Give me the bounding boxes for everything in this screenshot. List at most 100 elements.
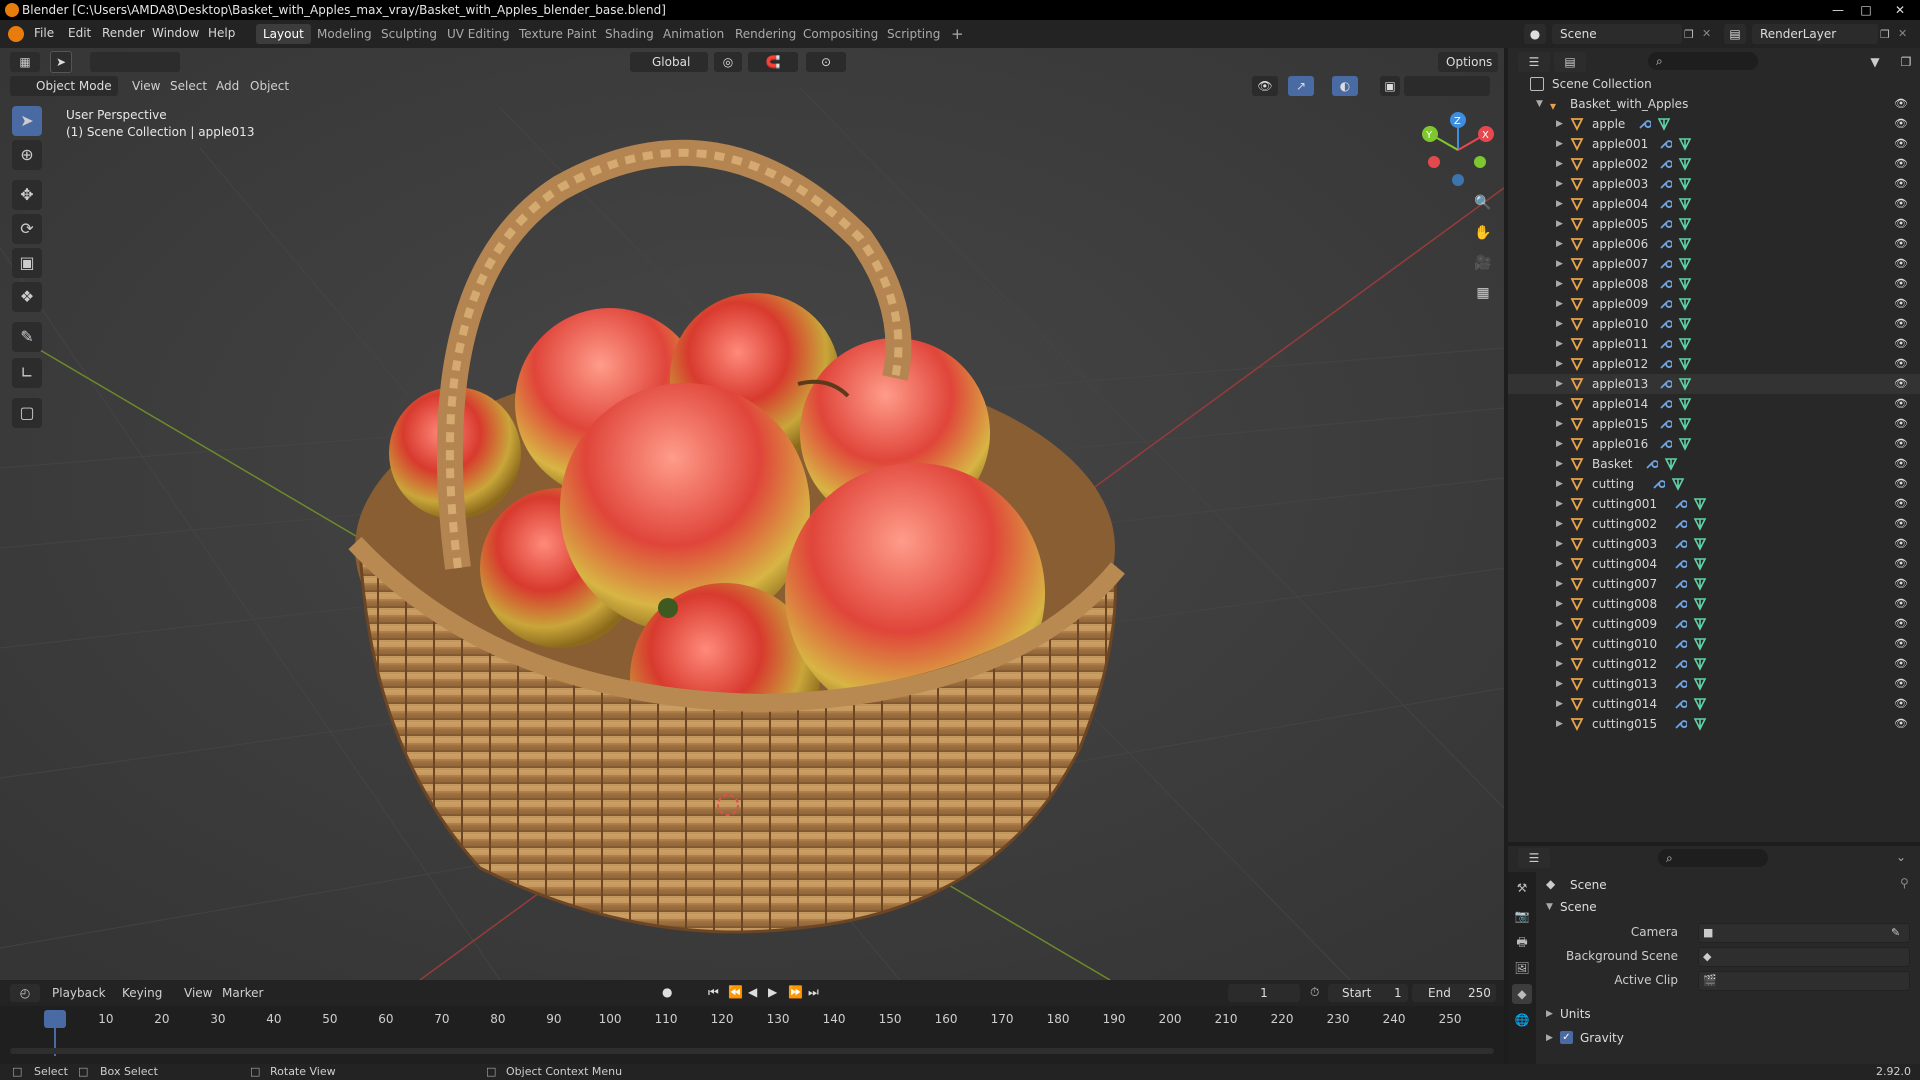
visibility-eye-icon[interactable]: 👁 xyxy=(1894,457,1908,471)
tab-modeling[interactable]: Modeling xyxy=(310,24,379,44)
pan-hand-icon[interactable]: ✋ xyxy=(1470,220,1496,246)
xray-icon[interactable]: ▣ xyxy=(1380,76,1400,96)
modifier-wrench-icon[interactable] xyxy=(1637,117,1651,131)
menu-help[interactable]: Help xyxy=(208,26,235,40)
visibility-eye-icon[interactable]: 👁 xyxy=(1894,617,1908,631)
outliner-row[interactable]: ▶ cutting004 👁 xyxy=(1508,554,1920,574)
modifier-wrench-icon[interactable] xyxy=(1658,337,1673,351)
mesh-data-icon[interactable] xyxy=(1693,637,1707,651)
outliner-row[interactable]: ▶ cutting007 👁 xyxy=(1508,574,1920,594)
modifier-wrench-icon[interactable] xyxy=(1658,277,1673,291)
visibility-eye-icon[interactable]: 👁 xyxy=(1894,477,1908,491)
outliner-row[interactable]: ▶ apple009 👁 xyxy=(1508,294,1920,314)
modifier-wrench-icon[interactable] xyxy=(1658,417,1673,431)
gravity-panel-header[interactable]: Gravity xyxy=(1580,1031,1624,1045)
outliner-scene-collection[interactable]: Scene Collection xyxy=(1508,74,1920,94)
tab-scripting[interactable]: Scripting xyxy=(880,24,947,44)
expand-arrow-icon[interactable]: ▶ xyxy=(1556,414,1563,434)
menu-file[interactable]: File xyxy=(34,26,54,40)
mesh-data-icon[interactable] xyxy=(1678,137,1692,151)
modifier-wrench-icon[interactable] xyxy=(1651,477,1666,491)
outliner-search-input[interactable]: ⌕ xyxy=(1648,52,1758,70)
filter-icon[interactable]: ▼ xyxy=(1860,52,1890,72)
editor-type-icon[interactable]: ▦ xyxy=(10,52,40,72)
modifier-wrench-icon[interactable] xyxy=(1658,197,1673,211)
expand-arrow-icon[interactable]: ▶ xyxy=(1556,394,1563,414)
expand-arrow-icon[interactable]: ▶ xyxy=(1556,534,1563,554)
outliner-row[interactable]: ▶ cutting 👁 xyxy=(1508,474,1920,494)
modifier-wrench-icon[interactable] xyxy=(1673,597,1687,611)
stopwatch-icon[interactable]: ⏱ xyxy=(1310,985,1319,1000)
outliner-collection-row[interactable]: ▼ ▾ Basket_with_Apples 👁 xyxy=(1508,94,1920,114)
modifier-wrench-icon[interactable] xyxy=(1658,237,1673,251)
modifier-wrench-icon[interactable] xyxy=(1673,677,1687,691)
modifier-wrench-icon[interactable] xyxy=(1658,217,1673,231)
modifier-wrench-icon[interactable] xyxy=(1658,157,1673,171)
next-keyframe-icon[interactable]: ⏩ xyxy=(788,985,803,999)
outliner-row[interactable]: ▶ Basket 👁 xyxy=(1508,454,1920,474)
outliner-row[interactable]: ▶ apple013 👁 xyxy=(1508,374,1920,394)
visibility-eye-icon[interactable]: 👁 xyxy=(1894,117,1908,131)
mesh-data-icon[interactable] xyxy=(1678,277,1692,291)
outliner-row[interactable]: ▶ apple002 👁 xyxy=(1508,154,1920,174)
maximize-icon[interactable]: □ xyxy=(1852,0,1880,20)
mesh-data-icon[interactable] xyxy=(1693,717,1707,731)
current-frame-field[interactable]: 1 xyxy=(1228,984,1300,1002)
visibility-eye-icon[interactable]: 👁 xyxy=(1894,177,1908,191)
mesh-data-icon[interactable] xyxy=(1678,357,1692,371)
mesh-data-icon[interactable] xyxy=(1678,437,1692,451)
expand-arrow-icon[interactable]: ▶ xyxy=(1556,214,1563,234)
expand-arrow-icon[interactable]: ▶ xyxy=(1556,694,1563,714)
zoom-icon[interactable]: 🔍 xyxy=(1470,190,1496,216)
expand-arrow-icon[interactable]: ▶ xyxy=(1556,494,1563,514)
visibility-eye-icon[interactable]: 👁 xyxy=(1894,657,1908,671)
outliner-row[interactable]: ▶ apple007 👁 xyxy=(1508,254,1920,274)
background-scene-field[interactable]: ◆ xyxy=(1698,947,1910,967)
outliner-row[interactable]: ▶ apple006 👁 xyxy=(1508,234,1920,254)
visibility-eye-icon[interactable]: 👁 xyxy=(1894,297,1908,311)
expand-arrow-icon[interactable]: ▶ xyxy=(1556,514,1563,534)
outliner-row[interactable]: ▶ apple003 👁 xyxy=(1508,174,1920,194)
expand-arrow-icon[interactable]: ▶ xyxy=(1556,234,1563,254)
outliner-row[interactable]: ▶ apple008 👁 xyxy=(1508,274,1920,294)
transform-orientation-dropdown[interactable]: Global xyxy=(630,52,708,72)
expand-arrow-icon[interactable]: ▶ xyxy=(1556,114,1563,134)
menu-edit[interactable]: Edit xyxy=(68,26,91,40)
menu-keying[interactable]: Keying xyxy=(122,986,162,1000)
expand-arrow-icon[interactable]: ▶ xyxy=(1556,594,1563,614)
outliner-row[interactable]: ▶ apple004 👁 xyxy=(1508,194,1920,214)
mesh-data-icon[interactable] xyxy=(1664,457,1678,471)
annotate-tool-icon[interactable]: ✎ xyxy=(12,322,42,352)
mesh-data-icon[interactable] xyxy=(1678,197,1692,211)
units-panel-header[interactable]: Units xyxy=(1560,1007,1591,1021)
modifier-wrench-icon[interactable] xyxy=(1658,137,1673,151)
tab-uv-editing[interactable]: UV Editing xyxy=(440,24,517,44)
end-frame-field[interactable]: End 250 xyxy=(1412,984,1496,1002)
options-dropdown[interactable]: Options xyxy=(1438,52,1498,72)
camera-view-icon[interactable]: 🎥 xyxy=(1470,250,1496,276)
tab-compositing[interactable]: Compositing xyxy=(796,24,885,44)
delete-scene-icon[interactable]: ✕ xyxy=(1702,27,1711,40)
gizmo-toggle-icon[interactable]: ↗ xyxy=(1288,76,1314,96)
mesh-data-icon[interactable] xyxy=(1678,237,1692,251)
tab-shading[interactable]: Shading xyxy=(598,24,661,44)
proportional-edit-icon[interactable]: ⊙ xyxy=(806,52,846,72)
navigation-gizmo[interactable]: Z X Y xyxy=(1418,110,1498,190)
outliner-row[interactable]: ▶ cutting002 👁 xyxy=(1508,514,1920,534)
play-reverse-icon[interactable]: ◀ xyxy=(748,985,757,999)
tool-tab-icon[interactable]: ⚒ xyxy=(1512,878,1532,898)
camera-field[interactable]: ■ ✎ xyxy=(1698,923,1910,943)
visibility-eye-icon[interactable]: 👁 xyxy=(1894,537,1908,551)
move-tool-icon[interactable]: ✥ xyxy=(12,180,42,210)
modifier-wrench-icon[interactable] xyxy=(1644,457,1658,471)
mesh-data-icon[interactable] xyxy=(1678,297,1692,311)
visibility-eye-icon[interactable]: 👁 xyxy=(1894,157,1908,171)
expand-arrow-icon[interactable]: ▶ xyxy=(1556,294,1563,314)
modifier-wrench-icon[interactable] xyxy=(1658,437,1673,451)
visibility-eye-icon[interactable]: 👁 xyxy=(1894,137,1908,151)
eyedropper-icon[interactable]: ✎ xyxy=(1891,926,1900,939)
timeline-scrollbar[interactable] xyxy=(10,1048,1494,1054)
modifier-wrench-icon[interactable] xyxy=(1673,497,1687,511)
visibility-eye-icon[interactable]: 👁 xyxy=(1894,517,1908,531)
play-icon[interactable]: ▶ xyxy=(768,985,777,999)
